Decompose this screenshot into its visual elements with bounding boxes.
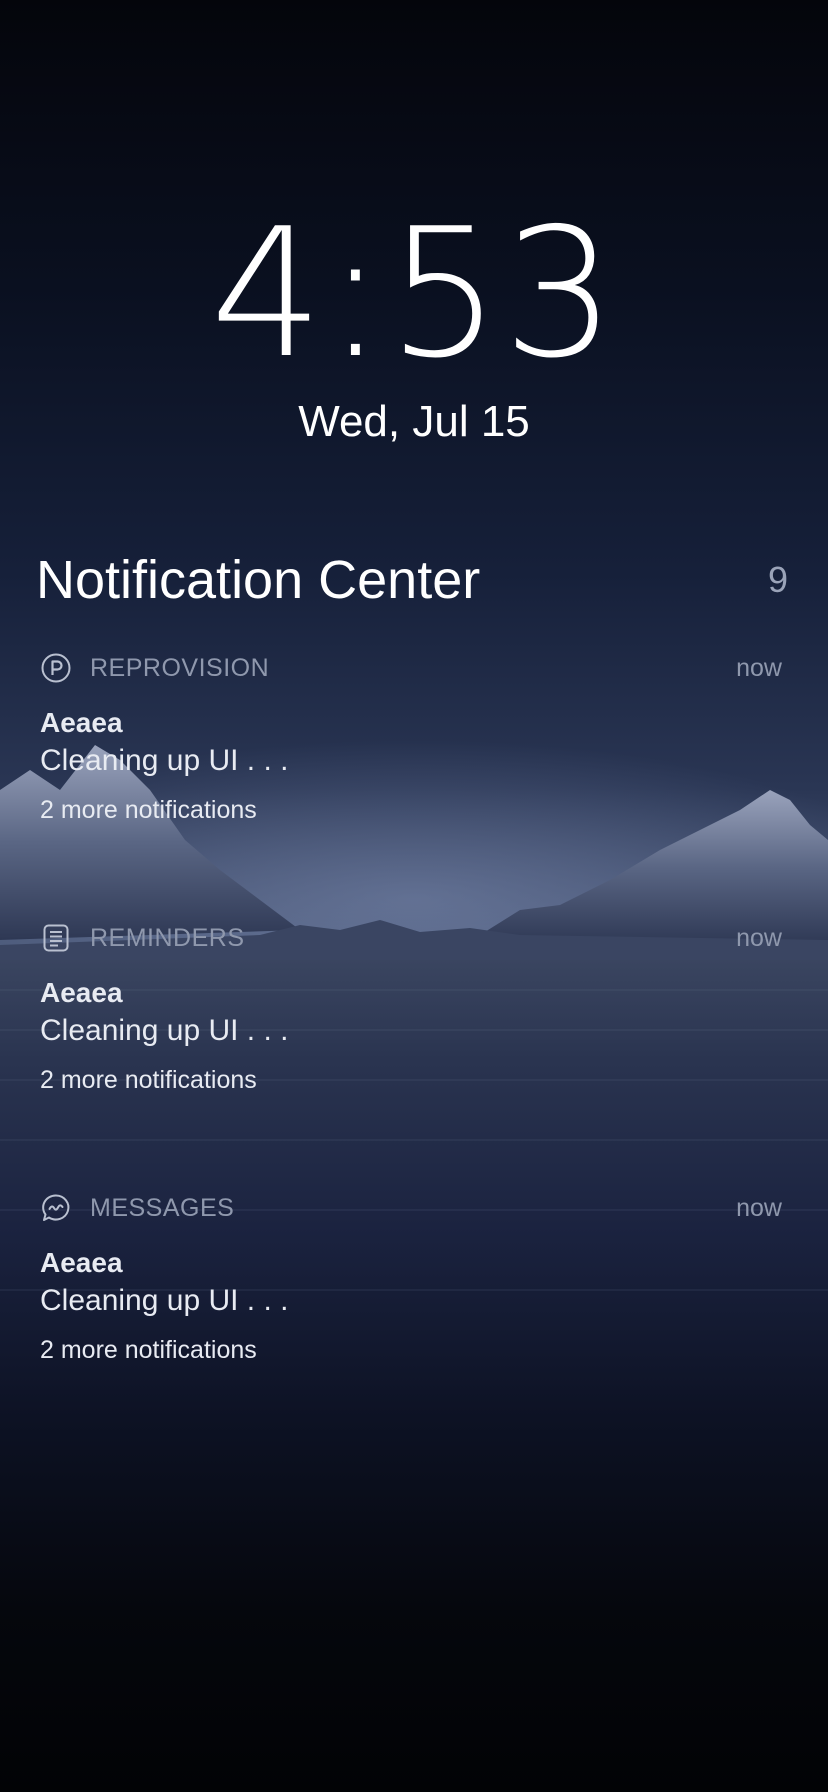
app-name: REPROVISION xyxy=(90,654,270,682)
reminders-icon xyxy=(40,922,72,954)
notification-title: Aeaea xyxy=(40,707,123,738)
notification-body: Cleaning up UI . . . xyxy=(40,1284,289,1317)
notification-title: Aeaea xyxy=(40,977,123,1008)
notification-group-header: REMINDERS now xyxy=(40,920,782,956)
notification-time: now xyxy=(736,924,782,952)
notification-center-header: Notification Center 9 xyxy=(36,548,788,612)
notification-group-reminders[interactable]: REMINDERS now Aeaea Cleaning up UI . . .… xyxy=(40,920,782,1110)
notification-group-header: MESSAGES now xyxy=(40,1190,782,1226)
more-notifications-link[interactable]: 2 more notifications xyxy=(40,1064,257,1096)
app-name: MESSAGES xyxy=(90,1194,235,1222)
notification-time: now xyxy=(736,1194,782,1222)
notification-group-reprovision[interactable]: REPROVISION now Aeaea Cleaning up UI . .… xyxy=(40,650,782,840)
notification-count: 9 xyxy=(767,559,788,600)
notification-center-title: Notification Center xyxy=(36,550,481,610)
app-name: REMINDERS xyxy=(90,924,245,952)
more-notifications-link[interactable]: 2 more notifications xyxy=(40,1334,257,1366)
notification-title: Aeaea xyxy=(40,1247,123,1278)
more-notifications-link[interactable]: 2 more notifications xyxy=(40,794,257,826)
notification-group-header: REPROVISION now xyxy=(40,650,782,686)
messages-icon xyxy=(40,1192,72,1224)
reprovision-icon xyxy=(40,652,72,684)
lock-screen-clock: 4:53 xyxy=(210,190,618,397)
notification-group-messages[interactable]: MESSAGES now Aeaea Cleaning up UI . . . … xyxy=(40,1190,782,1380)
notification-body: Cleaning up UI . . . xyxy=(40,744,289,777)
notification-body: Cleaning up UI . . . xyxy=(40,1014,289,1047)
notification-time: now xyxy=(736,654,782,682)
lock-screen-date: Wed, Jul 15 xyxy=(298,397,530,446)
